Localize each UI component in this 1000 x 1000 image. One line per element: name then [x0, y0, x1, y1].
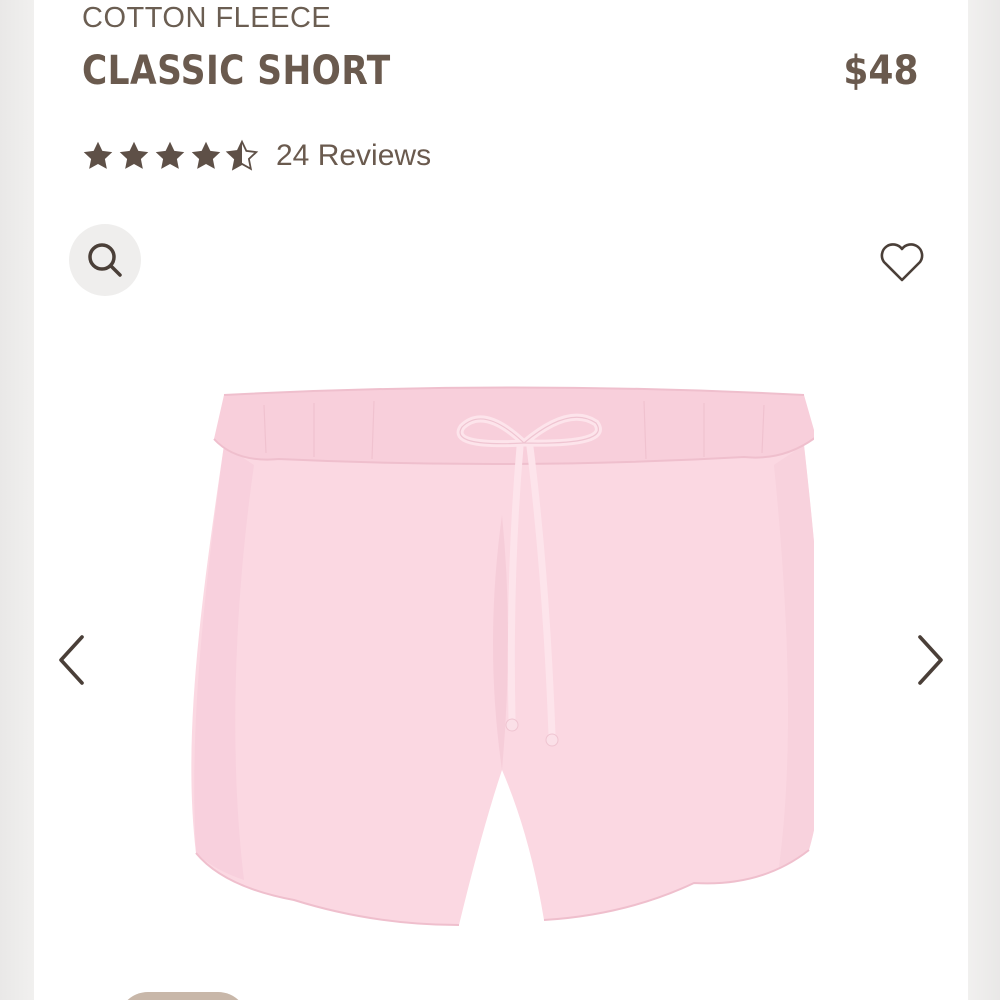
collection-label: COTTON FLEECE [82, 2, 332, 34]
half-star-icon [225, 139, 259, 171]
chevron-left-icon [59, 635, 84, 685]
prev-image-button[interactable] [50, 630, 94, 690]
zoom-button[interactable] [69, 224, 141, 296]
product-price: $48 [842, 48, 918, 94]
rating-stars [80, 138, 260, 174]
left-backdrop [0, 0, 34, 1000]
product-image [191, 386, 814, 926]
right-backdrop [968, 0, 1000, 1000]
chevron-right-icon [918, 635, 943, 685]
product-card: COTTON FLEECE CLASSIC SHORT $48 24 Revie… [34, 0, 968, 1000]
star-icon [191, 141, 221, 169]
thumbnail-indicator[interactable] [118, 992, 248, 1000]
star-icon [83, 141, 113, 169]
reviews-link[interactable]: 24 Reviews [276, 139, 431, 173]
next-image-button[interactable] [908, 630, 952, 690]
star-icon [155, 141, 185, 169]
heart-icon [880, 243, 924, 282]
search-icon [88, 243, 122, 277]
product-rating: 24 Reviews [80, 138, 431, 174]
star-icon [119, 141, 149, 169]
product-title: CLASSIC SHORT [82, 48, 391, 94]
wishlist-button[interactable] [876, 236, 928, 288]
